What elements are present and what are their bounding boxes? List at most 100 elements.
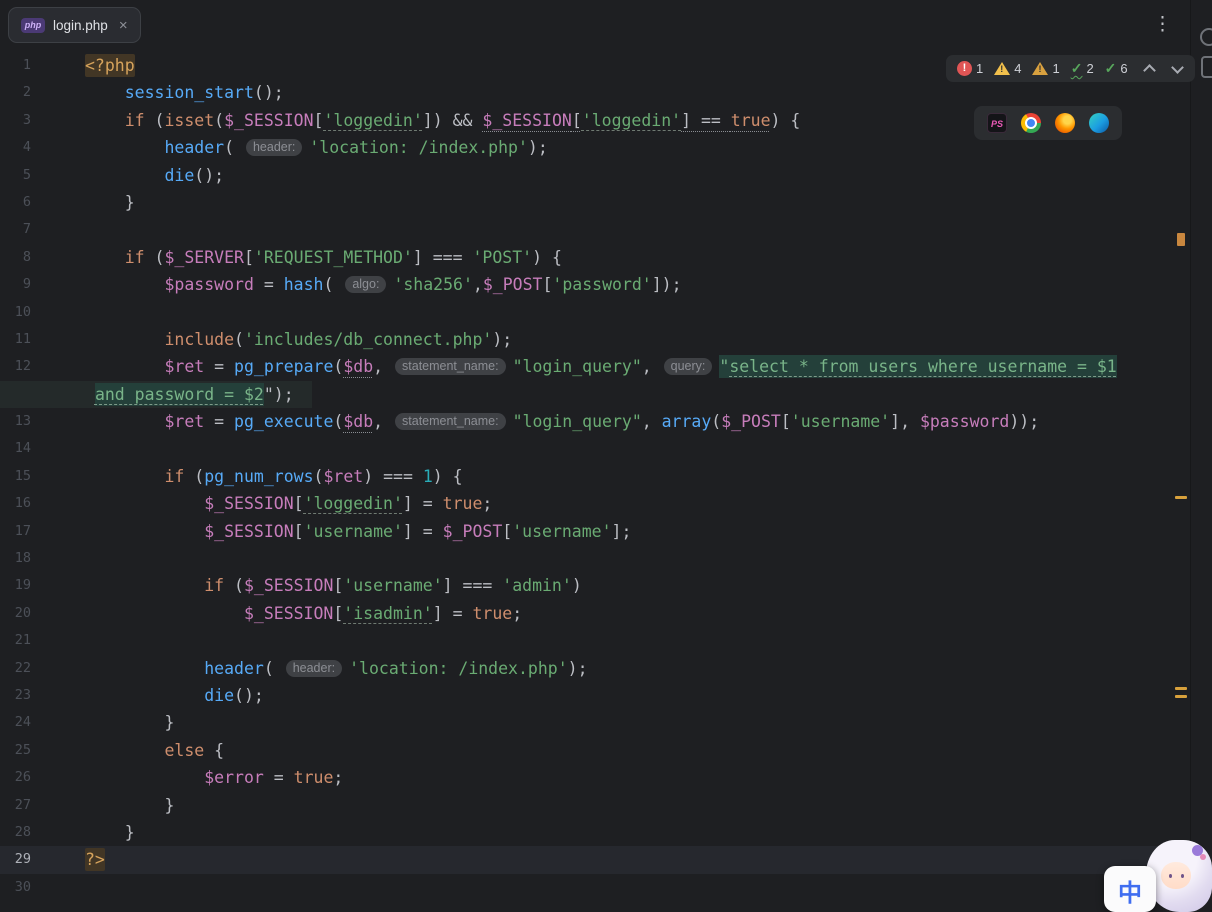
code-token: , — [641, 357, 662, 377]
scrollbar-warning-mark — [1175, 695, 1187, 698]
code-token: = — [263, 768, 294, 788]
code-line[interactable]: 19 if ($_SESSION['username'] === 'admin'… — [0, 572, 1172, 599]
code-token: die — [164, 165, 195, 185]
prev-problem-icon[interactable] — [1142, 64, 1156, 77]
code-token: ( — [263, 658, 284, 678]
code-token: if — [124, 247, 145, 267]
code-token: $_SESSION — [243, 576, 334, 596]
code-token: ]; — [611, 521, 632, 541]
errors-item[interactable]: 1 — [957, 61, 983, 76]
warnings-item[interactable]: 4 — [994, 61, 1021, 76]
code-line[interactable]: 26 $error = true; — [0, 764, 1172, 791]
code-line[interactable]: 29 ?> — [0, 846, 1172, 874]
code-editor[interactable]: 1 <?php 2 session_start(); 3 if (isset($_SE… — [0, 50, 1190, 912]
code-token: = — [253, 275, 284, 295]
line-number: 12 — [14, 358, 31, 375]
code-line[interactable]: 6 } — [0, 189, 1172, 216]
code-line[interactable]: 24 } — [0, 709, 1172, 736]
line-number: 15 — [14, 467, 31, 484]
code-line[interactable]: 27 } — [0, 792, 1172, 819]
editor-tab-bar: php login.php × ⋮ — [0, 0, 1212, 50]
code-line[interactable]: 16 $_SESSION['loggedin'] = true; — [0, 490, 1172, 517]
inspections-widget[interactable]: 1 4 1 ✓ 2 ✓ 6 — [946, 55, 1195, 82]
code-line[interactable]: 9 $password = hash( algo: 'sha256',$_POST… — [0, 271, 1172, 298]
typo-count: 2 — [1086, 61, 1094, 76]
next-problem-icon[interactable] — [1170, 61, 1184, 74]
code-line[interactable]: 25 else { — [0, 737, 1172, 764]
code-line[interactable]: 23 die(); — [0, 682, 1172, 709]
code-token: include — [164, 329, 235, 349]
code-token: = — [204, 357, 235, 377]
code-text: } — [85, 189, 1172, 216]
code-text: $_SESSION['isadmin'] = true; — [85, 600, 1172, 627]
code-text: $_SESSION['username'] = $_POST['username… — [85, 518, 1172, 545]
line-number: 11 — [14, 330, 31, 347]
code-line[interactable]: 2 session_start(); — [0, 79, 1172, 106]
firefox-icon[interactable] — [1055, 113, 1075, 133]
clipboard-icon[interactable] — [1201, 56, 1212, 78]
chrome-icon[interactable] — [1021, 113, 1041, 133]
code-line[interactable]: and password = $2"); — [0, 380, 1172, 409]
code-token: $password — [919, 412, 1010, 432]
line-number: 2 — [22, 84, 31, 101]
more-options-icon[interactable]: ⋮ — [1153, 12, 1172, 38]
code-line[interactable]: 8 if ($_SERVER['REQUEST_METHOD'] === 'PO… — [0, 244, 1172, 271]
code-token: ; — [512, 603, 523, 623]
code-line[interactable]: 22 header( header: 'location: /index.php'… — [0, 655, 1172, 682]
edge-icon[interactable] — [1089, 113, 1109, 133]
code-token: , — [373, 412, 394, 432]
code-token: $_SESSION — [204, 521, 294, 541]
code-text: if ($_SESSION['username'] === 'admin') — [85, 572, 1172, 599]
code-line[interactable]: 15 if (pg_num_rows($ret) === 1) { — [0, 463, 1172, 490]
code-line[interactable]: 11 include('includes/db_connect.php'); — [0, 326, 1172, 353]
code-token: statement_name: — [395, 358, 506, 376]
code-text: $password = hash( algo: 'sha256',$_POST['… — [85, 271, 1172, 298]
scrollbar[interactable] — [1174, 50, 1190, 912]
code-line[interactable]: 28 } — [0, 819, 1172, 846]
notifications-icon[interactable] — [1200, 28, 1212, 46]
ime-indicator: 中 — [1104, 866, 1156, 912]
tab-title: login.php — [53, 17, 108, 33]
code-token: ); — [567, 658, 588, 678]
code-token: [ — [333, 576, 344, 596]
typos-item[interactable]: ✓ 2 — [1071, 60, 1094, 77]
weak-warning-icon — [1032, 62, 1049, 75]
code-line[interactable]: 10 — [0, 299, 1172, 326]
code-line[interactable]: 18 — [0, 545, 1172, 572]
line-number: 3 — [22, 111, 31, 128]
passed-item[interactable]: ✓ 6 — [1105, 60, 1128, 77]
code-line[interactable]: 17 $_SESSION['username'] = $_POST['usern… — [0, 518, 1172, 545]
code-token: ( — [214, 110, 225, 130]
weak-warnings-item[interactable]: 1 — [1032, 61, 1060, 76]
code-token: $_POST — [482, 275, 543, 295]
code-line[interactable]: 21 — [0, 627, 1172, 654]
code-line[interactable]: 30 — [0, 874, 1172, 901]
code-line[interactable]: 12 $ret = pg_prepare($db, statement_name… — [0, 353, 1172, 380]
code-line[interactable]: 20 $_SESSION['isadmin'] = true; — [0, 600, 1172, 627]
code-token: and password = $2 — [94, 382, 264, 406]
close-icon[interactable]: × — [119, 17, 128, 34]
line-number: 29 — [14, 851, 31, 868]
code-text: $error = true; — [85, 764, 1172, 791]
code-line[interactable]: 13 $ret = pg_execute($db, statement_name… — [0, 408, 1172, 435]
code-token: 'location: /index.php' — [309, 138, 528, 158]
code-token: pg_prepare — [234, 357, 334, 377]
code-token: ( — [711, 412, 722, 432]
code-token: 'username' — [343, 576, 443, 596]
tab-login-php[interactable]: php login.php × — [8, 7, 141, 43]
code-token: ] — [890, 412, 901, 432]
code-line[interactable]: 5 die(); — [0, 162, 1172, 189]
typo-check-icon: ✓ — [1070, 60, 1083, 76]
code-token: ] — [681, 110, 692, 130]
builtin-preview-icon[interactable]: PS — [987, 113, 1007, 133]
code-token: } — [85, 822, 135, 842]
code-token: ?> — [85, 848, 105, 872]
code-token: isset — [164, 110, 215, 130]
code-line[interactable]: 14 — [0, 435, 1172, 462]
code-line[interactable]: 7 — [0, 216, 1172, 243]
code-token: ) { — [770, 110, 801, 130]
